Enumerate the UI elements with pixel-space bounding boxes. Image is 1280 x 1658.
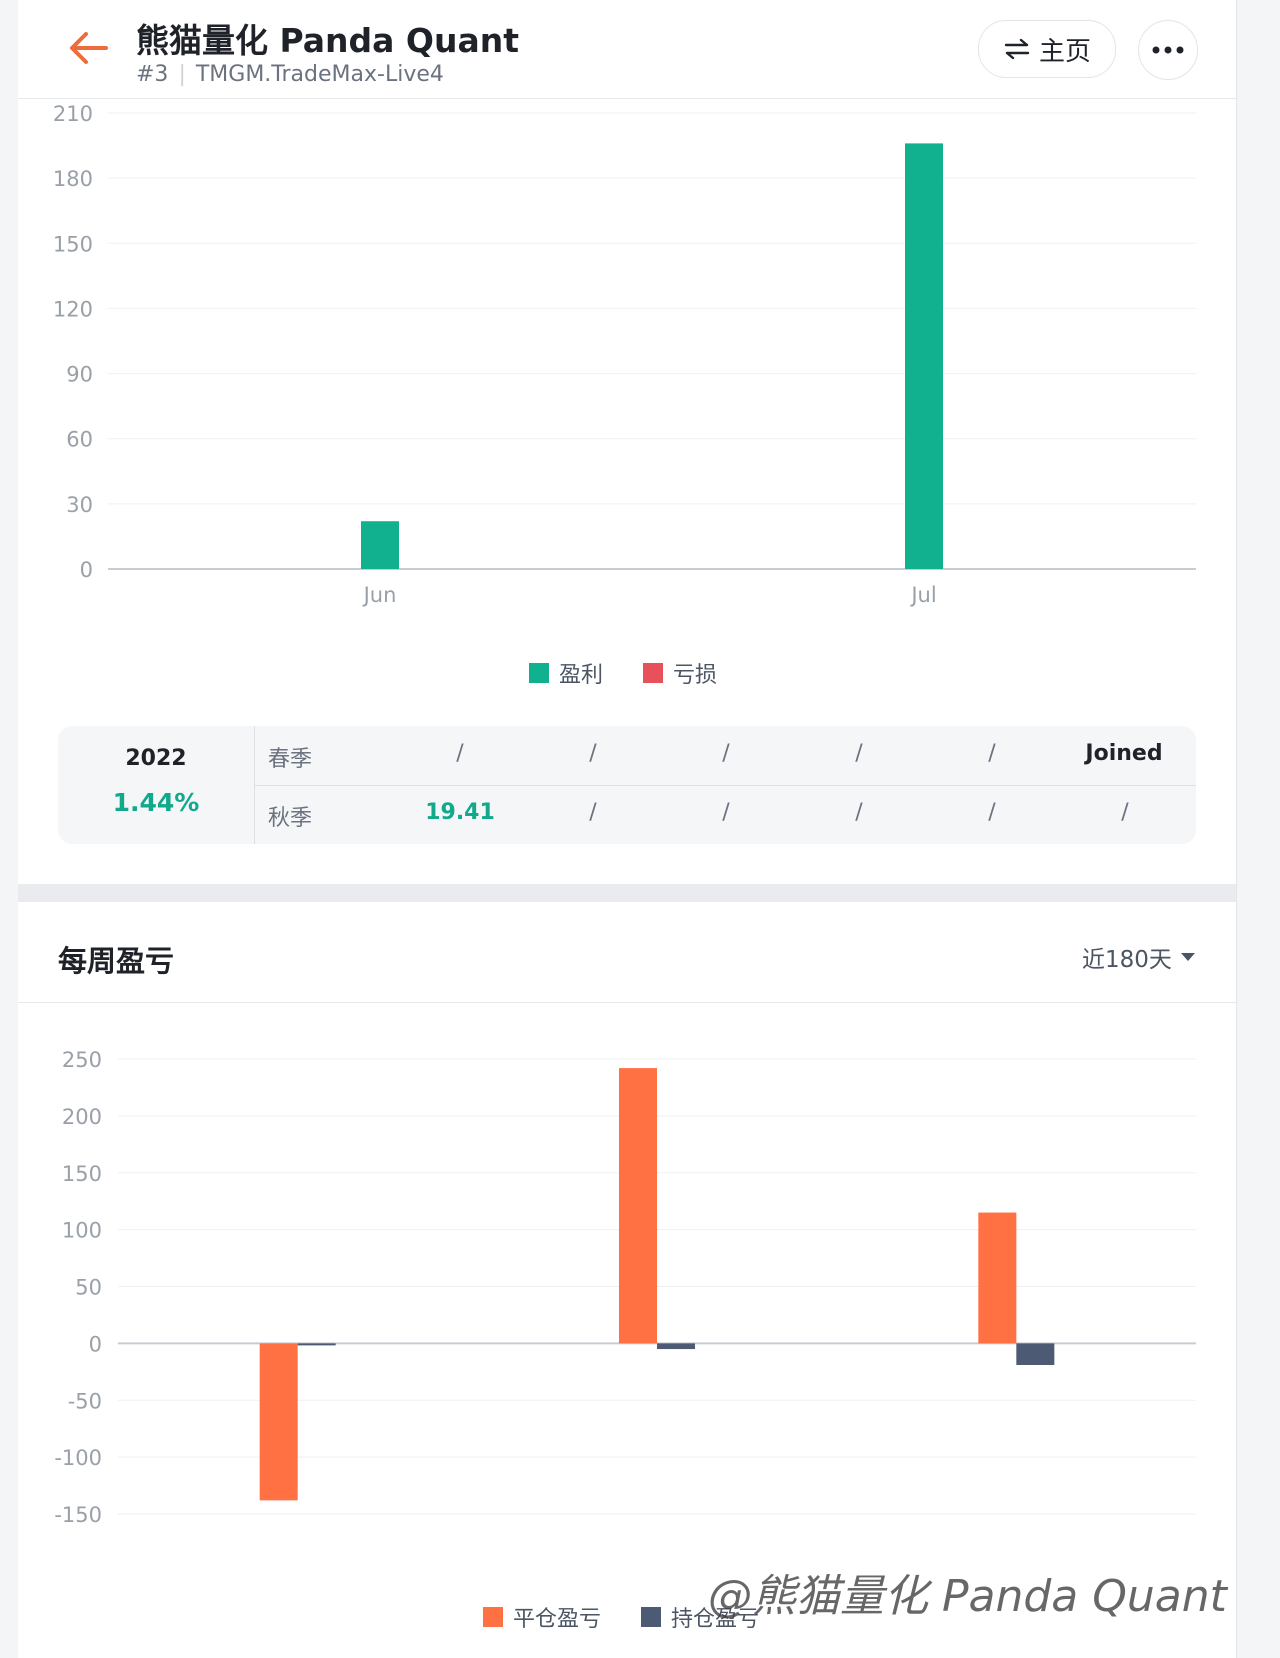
subtitle-divider: | bbox=[178, 62, 186, 87]
range-dropdown-label: 近180天 bbox=[1082, 947, 1172, 973]
season-row-autumn: 秋季 19.41 / / / / / bbox=[254, 785, 1196, 844]
bar-持仓盈亏-05 Jul bbox=[1016, 1343, 1055, 1365]
monthly-pnl-chart: 0 30 60 90 120 150 180 210 Jun Jul bbox=[53, 102, 1196, 607]
year-summary: 2022 1.44% bbox=[58, 726, 255, 844]
y-tick-label: 0 bbox=[80, 558, 93, 582]
swap-arrows-icon bbox=[1004, 38, 1030, 60]
y-tick-label: 180 bbox=[53, 167, 93, 191]
x-tick-label: Jun bbox=[362, 583, 397, 607]
page-title: 熊猫量化 Panda Quant bbox=[136, 21, 520, 60]
season-cell: / bbox=[589, 800, 597, 825]
legend-label-loss: 亏损 bbox=[673, 663, 718, 688]
arrow-left-icon bbox=[70, 32, 108, 64]
season-cell: / bbox=[855, 800, 863, 825]
range-dropdown[interactable]: 近180天 bbox=[1082, 940, 1196, 974]
y-tick-label: 100 bbox=[62, 1219, 102, 1243]
y-tick-label: 30 bbox=[66, 493, 93, 517]
monthly-legend: 盈利 亏损 bbox=[529, 657, 717, 689]
bar-平仓盈亏-25 Jun bbox=[259, 1343, 298, 1501]
season-cell-value: 19.41 bbox=[425, 800, 495, 825]
watermark: @熊猫量化 Panda Quant bbox=[708, 1571, 1227, 1622]
season-cell: / bbox=[722, 741, 730, 766]
y-tick-label: -150 bbox=[54, 1503, 102, 1527]
section-divider bbox=[18, 884, 1236, 902]
y-tick-label: 210 bbox=[53, 102, 93, 126]
rank-label: #3 bbox=[136, 62, 169, 87]
legend-swatch-open-pnl bbox=[641, 1607, 662, 1627]
y-tick-label: 90 bbox=[66, 363, 93, 387]
account-subtitle: #3 | TMGM.TradeMax-Live4 bbox=[136, 62, 444, 87]
page-container: 熊猫量化 Panda Quant #3 | TMGM.TradeMax-Live4 … bbox=[18, 0, 1237, 1658]
legend-item-closed-pnl[interactable]: 平仓盈亏 bbox=[483, 1601, 601, 1633]
caret-down-icon bbox=[1180, 953, 1195, 961]
account-label: TMGM.TradeMax-Live4 bbox=[195, 62, 444, 87]
season-returns-table: 2022 1.44% 春季 / / / / / Joined 秋季 19.41 … bbox=[58, 726, 1196, 844]
back-button[interactable] bbox=[66, 28, 114, 68]
top-header: 熊猫量化 Panda Quant #3 | TMGM.TradeMax-Live4 … bbox=[18, 0, 1236, 99]
season-cell: / bbox=[456, 741, 464, 766]
legend-swatch-closed-pnl bbox=[483, 1607, 503, 1627]
x-tick-label: Jul bbox=[909, 583, 936, 607]
y-tick-label: 60 bbox=[66, 428, 93, 452]
bar-持仓盈亏-25 Jun bbox=[297, 1343, 336, 1346]
season-cell: / bbox=[855, 741, 863, 766]
y-tick-label: 0 bbox=[89, 1332, 102, 1356]
y-tick-label: 120 bbox=[53, 297, 93, 321]
season-cell: / bbox=[589, 741, 597, 766]
y-tick-label: -50 bbox=[68, 1389, 102, 1413]
more-dots-icon bbox=[1152, 46, 1184, 54]
bar-盈利-Jun bbox=[361, 521, 399, 569]
season-cell: / bbox=[722, 800, 730, 825]
home-button-label: 主页 bbox=[1038, 36, 1091, 67]
season-cell-joined: Joined bbox=[1085, 741, 1163, 766]
season-name: 秋季 bbox=[268, 806, 313, 831]
section-title: 每周盈亏 bbox=[58, 944, 175, 978]
season-cell: / bbox=[988, 741, 996, 766]
legend-label-closed-pnl: 平仓盈亏 bbox=[513, 1607, 602, 1632]
y-tick-label: 150 bbox=[53, 232, 93, 256]
legend-label-profit: 盈利 bbox=[559, 663, 604, 688]
more-button[interactable] bbox=[1138, 20, 1198, 80]
bar-盈利-Jul bbox=[905, 143, 943, 569]
y-tick-label: -100 bbox=[54, 1446, 102, 1470]
season-name: 春季 bbox=[268, 747, 313, 772]
y-tick-label: 200 bbox=[62, 1105, 102, 1129]
weekly-section-header: 每周盈亏 近180天 bbox=[18, 902, 1236, 1003]
season-cell: / bbox=[1121, 800, 1129, 825]
year-return: 1.44% bbox=[112, 788, 200, 817]
home-button[interactable]: 主页 bbox=[978, 20, 1116, 78]
season-row-spring: 春季 / / / / / Joined bbox=[254, 726, 1196, 786]
season-cell: / bbox=[988, 800, 996, 825]
y-tick-label: 50 bbox=[75, 1276, 102, 1300]
legend-item-profit[interactable]: 盈利 bbox=[529, 657, 603, 689]
weekly-pnl-chart: -150-100-5005010015020025025 Jun02 Jul05… bbox=[54, 1048, 1196, 1527]
legend-item-loss[interactable]: 亏损 bbox=[643, 657, 717, 689]
bar-平仓盈亏-05 Jul bbox=[978, 1212, 1017, 1344]
legend-swatch-loss bbox=[643, 663, 664, 683]
y-tick-label: 150 bbox=[62, 1162, 102, 1186]
legend-swatch-profit bbox=[529, 663, 549, 683]
y-tick-label: 250 bbox=[62, 1048, 102, 1072]
bar-持仓盈亏-02 Jul bbox=[657, 1343, 695, 1350]
year-label: 2022 bbox=[125, 746, 187, 771]
bar-平仓盈亏-02 Jul bbox=[619, 1068, 657, 1344]
